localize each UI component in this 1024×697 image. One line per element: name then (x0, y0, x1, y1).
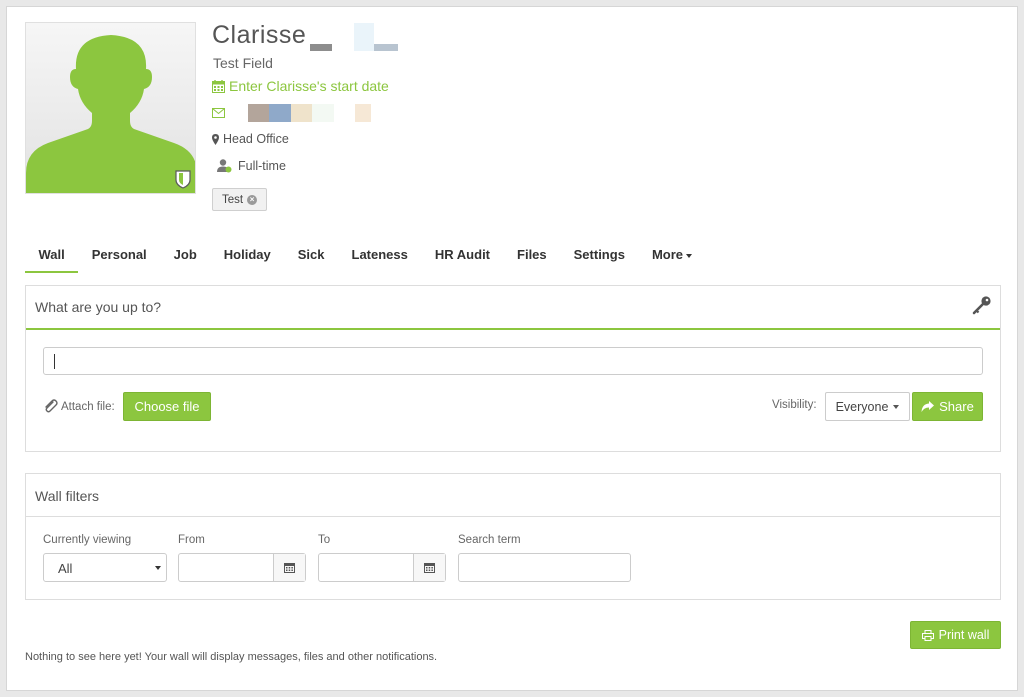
tab-more-label: More (651, 247, 683, 262)
profile-page: Clarisse Test Field Enter Clarisse's sta… (6, 6, 1018, 691)
from-label: From (178, 534, 205, 546)
key-icon[interactable] (972, 295, 992, 315)
tab-settings[interactable]: Settings (560, 239, 638, 273)
tab-personal[interactable]: Personal (78, 239, 160, 273)
wall-filters-title: Wall filters (26, 474, 1000, 517)
calendar-icon (424, 563, 435, 573)
caret-down-icon (155, 566, 161, 570)
wall-filters-panel: Wall filters Currently viewing All From … (25, 473, 1001, 600)
print-wall-button[interactable]: Print wall (910, 621, 1001, 649)
to-calendar-button[interactable] (413, 554, 445, 581)
post-panel-header: What are you up to? (26, 286, 1000, 330)
share-icon (921, 401, 935, 412)
employee-name: Clarisse (212, 21, 307, 49)
post-prompt: What are you up to? (35, 299, 162, 315)
visibility-label: Visibility: (772, 399, 817, 411)
tab-holiday[interactable]: Holiday (210, 239, 284, 273)
redacted-block (354, 23, 374, 51)
tab-wall[interactable]: Wall (25, 239, 79, 273)
location: Head Office (212, 132, 289, 146)
currently-viewing-value: All (58, 561, 73, 576)
profile-tabs: Wall Personal Job Holiday Sick Lateness … (25, 239, 706, 273)
share-label: Share (939, 399, 974, 414)
from-calendar-button[interactable] (273, 554, 305, 581)
print-wall-label: Print wall (938, 628, 990, 642)
visibility-dropdown[interactable]: Everyone (825, 392, 910, 421)
empty-wall-message: Nothing to see here yet! Your wall will … (25, 651, 438, 663)
employment-type-label: Full-time (238, 159, 286, 173)
tab-hr-audit[interactable]: HR Audit (421, 239, 503, 273)
user-icon (217, 159, 232, 173)
tab-more[interactable]: More (638, 239, 705, 273)
tab-files[interactable]: Files (504, 239, 561, 273)
tag-label: Test (222, 193, 244, 206)
caret-down-icon (893, 404, 900, 409)
email-row (212, 103, 371, 123)
tag-chip[interactable]: Test × (212, 188, 268, 211)
to-label: To (318, 534, 331, 546)
job-title: Test Field (213, 55, 273, 71)
paperclip-icon (45, 399, 58, 413)
post-input[interactable] (43, 347, 983, 375)
to-date-input[interactable] (318, 553, 446, 582)
currently-viewing-select[interactable]: All (43, 553, 167, 582)
employment-type: Full-time (217, 159, 286, 173)
start-date-link[interactable]: Enter Clarisse's start date (212, 78, 389, 94)
start-date-label: Enter Clarisse's start date (229, 78, 389, 94)
location-label: Head Office (223, 132, 289, 146)
attach-file: Attach file: (43, 399, 115, 414)
remove-tag-icon[interactable]: × (247, 194, 258, 205)
tab-sick[interactable]: Sick (284, 239, 338, 273)
calendar-icon (284, 563, 295, 573)
person-silhouette-icon (26, 35, 195, 193)
search-term-label: Search term (458, 534, 521, 546)
choose-file-button[interactable]: Choose file (123, 392, 211, 421)
shield-icon (175, 170, 191, 189)
calendar-icon (212, 79, 225, 93)
redacted-block (374, 44, 398, 51)
post-panel: What are you up to? Attach file: Choose … (25, 285, 1001, 452)
share-button[interactable]: Share (912, 392, 983, 421)
text-cursor (54, 354, 55, 369)
tab-lateness[interactable]: Lateness (338, 239, 421, 273)
visibility-value: Everyone (835, 399, 889, 414)
search-term-input[interactable] (458, 553, 631, 582)
redacted-email (248, 104, 371, 122)
avatar (25, 22, 196, 194)
caret-down-icon (686, 253, 692, 258)
tab-job[interactable]: Job (160, 239, 210, 273)
envelope-icon (212, 108, 225, 118)
from-date-input[interactable] (178, 553, 306, 582)
currently-viewing-label: Currently viewing (43, 534, 132, 546)
map-marker-icon (212, 133, 219, 145)
print-icon (921, 629, 934, 641)
redacted-block (310, 44, 332, 51)
attach-file-label: Attach file: (61, 400, 115, 413)
